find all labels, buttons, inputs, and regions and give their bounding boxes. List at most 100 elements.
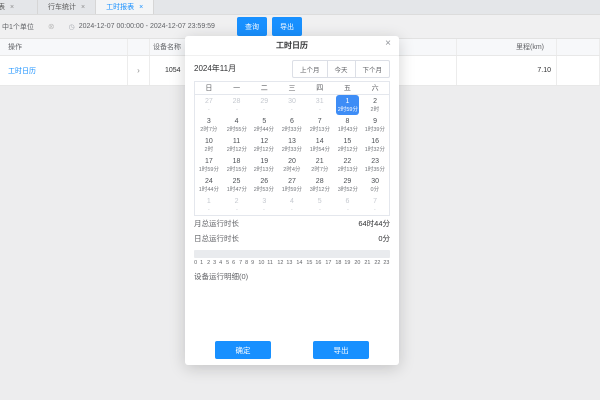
calendar-day-cell[interactable]: 241时44分	[195, 175, 223, 195]
calendar-day-cell[interactable]: 4-	[278, 195, 306, 215]
row-expand-icon[interactable]: ›	[128, 66, 149, 75]
dialog-title: 工时日历	[276, 40, 308, 51]
calendar-day-cell[interactable]: 271时59分	[278, 175, 306, 195]
calendar-day-cell[interactable]: 251时47分	[223, 175, 251, 195]
calendar: 日 一 二 三 四 五 六 27-28-29-30-31-12时59分22时 32…	[194, 81, 390, 216]
timeline-hour-label: 10	[258, 260, 264, 265]
weekday-label: 六	[361, 82, 389, 95]
calendar-day-cell[interactable]: 102时	[195, 135, 223, 155]
timeline-hours: 01234567891011121314151617181920212223	[194, 260, 390, 266]
timeline-hour-label: 23	[384, 260, 390, 265]
calendar-day-cell[interactable]: 212时7分	[306, 155, 334, 175]
calendar-day-cell[interactable]: 192时13分	[250, 155, 278, 175]
selected-unit-text: 中1个单位	[2, 22, 34, 32]
timeline-hour-label: 6	[232, 260, 235, 265]
timeline-hour-label: 3	[213, 260, 216, 265]
dialog-header: 工时日历 ×	[185, 36, 399, 56]
worktime-calendar-link[interactable]: 工时日历	[8, 66, 36, 76]
worktime-calendar-dialog: 工时日历 × 2024年11月 上个月 今天 下个月 日 一 二 三 四 五 六…	[185, 36, 399, 365]
today-button[interactable]: 今天	[327, 60, 356, 78]
prev-month-button[interactable]: 上个月	[292, 60, 328, 78]
calendar-day-cell[interactable]: 81时43分	[334, 115, 362, 135]
calendar-day-cell[interactable]: 141时54分	[306, 135, 334, 155]
calendar-day-cell[interactable]: 283时12分	[306, 175, 334, 195]
calendar-day-cell[interactable]: 122时12分	[250, 135, 278, 155]
calendar-day-cell[interactable]: 22时	[361, 95, 389, 115]
confirm-button[interactable]: 确定	[215, 341, 271, 359]
calendar-day-cell[interactable]: 231时35分	[361, 155, 389, 175]
calendar-grid: 27-28-29-30-31-12时59分22时 32时7分42时55分52时44…	[195, 95, 389, 215]
tab-close-icon[interactable]: ×	[10, 4, 14, 11]
timeline-hour-label: 13	[287, 260, 293, 265]
timeline-hour-label: 16	[316, 260, 322, 265]
calendar-day-cell[interactable]: 42时55分	[223, 115, 251, 135]
timeline-hour-label: 21	[364, 260, 370, 265]
timeline-hour-label: 11	[268, 260, 274, 265]
timeline-hour-label: 14	[296, 260, 302, 265]
clear-selection-icon[interactable]: ⊗	[48, 22, 55, 31]
calendar-day-cell[interactable]: 112时12分	[223, 135, 251, 155]
dialog-export-button[interactable]: 导出	[313, 341, 369, 359]
tab-driving-stats[interactable]: 行车统计 ×	[38, 0, 96, 14]
calendar-day-cell[interactable]: 202时4分	[278, 155, 306, 175]
month-total-label: 月总运行时长	[194, 218, 239, 229]
header-mileage: 里程(km)	[457, 39, 557, 55]
calendar-day-cell[interactable]: 12时59分	[336, 95, 360, 115]
month-total-row: 月总运行时长 64时44分	[194, 216, 390, 231]
timeline-hour-label: 8	[245, 260, 248, 265]
calendar-day-cell[interactable]: 30-	[278, 95, 306, 115]
calendar-day-cell[interactable]: 182时15分	[223, 155, 251, 175]
header-expand	[128, 39, 150, 55]
calendar-day-cell[interactable]: 293时52分	[334, 175, 362, 195]
calendar-day-cell[interactable]: 2-	[223, 195, 251, 215]
calendar-day-cell[interactable]: 171时59分	[195, 155, 223, 175]
calendar-day-cell[interactable]: 152时12分	[334, 135, 362, 155]
calendar-day-cell[interactable]: 262时53分	[250, 175, 278, 195]
tab-close-icon[interactable]: ×	[139, 4, 143, 11]
calendar-day-cell[interactable]: 5-	[306, 195, 334, 215]
next-month-button[interactable]: 下个月	[355, 60, 391, 78]
header-spacer	[557, 39, 600, 55]
mileage-cell: 7.10	[457, 56, 557, 85]
calendar-day-cell[interactable]: 27-	[195, 95, 223, 115]
calendar-day-cell[interactable]: 31-	[306, 95, 334, 115]
calendar-day-cell[interactable]: 32时7分	[195, 115, 223, 135]
weekday-label: 四	[306, 82, 334, 95]
calendar-day-cell[interactable]: 62时33分	[278, 115, 306, 135]
calendar-day-cell[interactable]: 91时39分	[361, 115, 389, 135]
day-total-label: 日总运行时长	[194, 233, 239, 244]
calendar-day-cell[interactable]: 222时13分	[334, 155, 362, 175]
dialog-footer: 确定 导出	[194, 341, 390, 362]
month-total-value: 64时44分	[358, 218, 390, 229]
timeline-hour-label: 2	[207, 260, 210, 265]
calendar-day-cell[interactable]: 1-	[195, 195, 223, 215]
tab-label: 行车统计	[48, 2, 76, 12]
calendar-day-cell[interactable]: 6-	[334, 195, 362, 215]
timeline-hour-label: 5	[226, 260, 229, 265]
calendar-day-cell[interactable]: 7-	[361, 195, 389, 215]
tab-worktime-report[interactable]: 工时报表 ×	[96, 0, 154, 14]
query-button[interactable]: 查询	[237, 17, 267, 36]
export-button[interactable]: 导出	[272, 17, 302, 36]
calendar-day-cell[interactable]: 52时44分	[250, 115, 278, 135]
calendar-day-cell[interactable]: 29-	[250, 95, 278, 115]
calendar-day-cell[interactable]: 28-	[223, 95, 251, 115]
calendar-day-cell[interactable]: 300分	[361, 175, 389, 195]
calendar-day-cell[interactable]: 161时32分	[361, 135, 389, 155]
timeline-hour-label: 22	[374, 260, 380, 265]
tab-close-icon[interactable]: ×	[81, 4, 85, 11]
weekday-label: 五	[334, 82, 362, 95]
calendar-weekday-row: 日 一 二 三 四 五 六	[195, 82, 389, 95]
timeline-hour-label: 1	[201, 260, 204, 265]
tab-label: 工时报表	[106, 2, 134, 12]
runtime-timeline-bar	[194, 250, 390, 258]
calendar-day-cell[interactable]: 3-	[250, 195, 278, 215]
clock-icon: ◷	[69, 23, 75, 31]
header-action: 操作	[0, 39, 128, 55]
dialog-close-icon[interactable]: ×	[385, 39, 391, 49]
calendar-day-cell[interactable]: 132时33分	[278, 135, 306, 155]
tab-report-clipped[interactable]: 报表 ×	[0, 0, 38, 14]
calendar-day-cell[interactable]: 72时13分	[306, 115, 334, 135]
weekday-label: 一	[223, 82, 251, 95]
date-range-input[interactable]: 2024-12-07 00:00:00 - 2024-12-07 23:59:5…	[79, 23, 215, 30]
